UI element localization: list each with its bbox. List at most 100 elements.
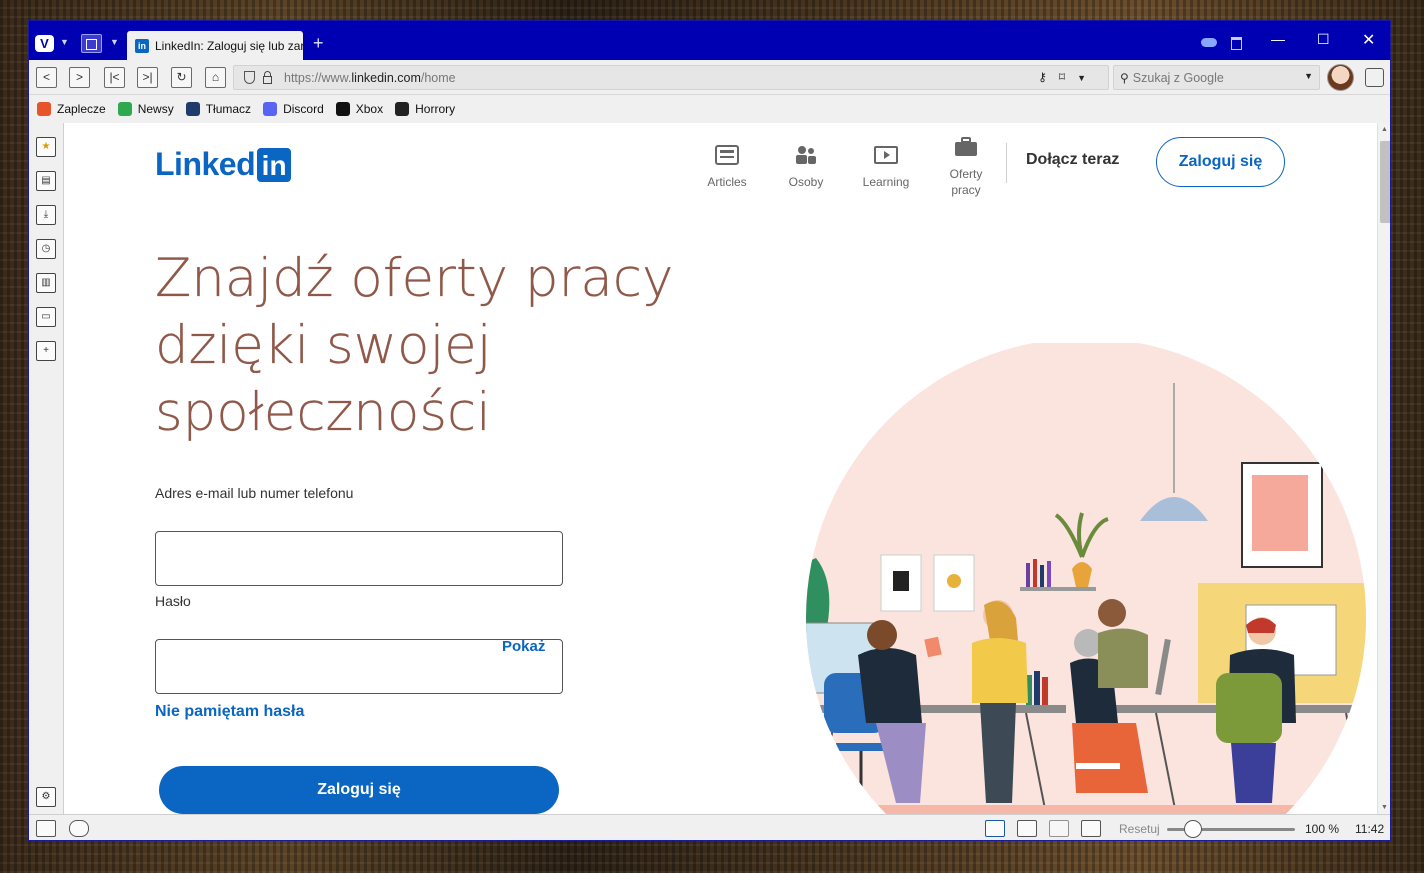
fast-forward-button[interactable]: >| [137, 67, 158, 88]
download-icon[interactable]: ⤓ [36, 205, 56, 225]
star-icon[interactable]: ★ [36, 137, 56, 157]
bookmark-favicon-icon [185, 102, 200, 116]
nav-divider [1006, 143, 1007, 183]
bookmark-label: Tłumacz [205, 102, 252, 116]
scroll-up-icon[interactable]: ▲ [1381, 126, 1388, 133]
scroll-thumb[interactable] [1380, 141, 1390, 223]
search-field[interactable]: ⚲ Szukaj z Google ▼ [1113, 65, 1320, 90]
page-tiling-icon[interactable] [1049, 820, 1069, 837]
search-icon: ⚲ [1120, 70, 1129, 85]
url-text[interactable]: https://www.linkedin.com/home [284, 71, 456, 85]
search-placeholder: Szukaj z Google [1132, 70, 1224, 85]
nav-people[interactable]: Osoby [771, 141, 841, 190]
zoom-reset-button[interactable]: Resetuj [1119, 822, 1160, 836]
gear-icon[interactable]: ⚙ [36, 787, 56, 807]
bookmark-favicon-icon [37, 102, 51, 116]
bookmark-label: Zaplecze [57, 102, 106, 116]
minimize-button[interactable]: — [1271, 31, 1285, 47]
bookmark-label: Horrory [415, 102, 456, 116]
bookmark-item[interactable]: Discord [263, 102, 324, 116]
hero-illustration [806, 343, 1366, 814]
shield-icon[interactable] [244, 71, 255, 84]
address-actions: ⚷⌑▼ [1038, 70, 1098, 84]
code-icon[interactable] [1081, 820, 1101, 837]
nav-jobs[interactable]: Oferty pracy [931, 133, 1001, 198]
image-icon[interactable] [1017, 820, 1037, 837]
chevron-down-icon[interactable]: ▼ [1304, 71, 1313, 81]
hero-line-1: Znajdź oferty pracy [155, 248, 674, 309]
bookmark-item[interactable]: Newsy [117, 102, 174, 116]
cloud-sync-icon[interactable] [69, 820, 89, 837]
bookmark-favicon-icon [117, 102, 132, 116]
notes-icon[interactable]: ▥ [36, 273, 56, 293]
bookmark-item[interactable]: Horrory [395, 102, 455, 116]
bookmark-favicon-icon [335, 102, 350, 116]
bookmark-icon[interactable]: ⌑ [1059, 70, 1077, 84]
bookmark-item[interactable]: Zaplecze [37, 102, 106, 116]
maximize-button[interactable]: ☐ [1317, 31, 1330, 48]
linkedin-logo[interactable]: Linked in [155, 146, 292, 183]
key-icon[interactable]: ⚷ [1038, 70, 1059, 84]
zoom-slider-handle[interactable] [1183, 820, 1202, 838]
zoom-level: 100 % [1305, 822, 1340, 836]
show-password-button[interactable]: Pokaż [502, 638, 545, 655]
chevron-down-icon[interactable]: ▼ [110, 37, 119, 47]
side-panel: ★ ▤ ⤓ ◷ ▥ ▭ + ⚙ [29, 123, 64, 814]
add-panel-icon[interactable]: + [36, 341, 56, 361]
bookmark-label: Discord [283, 102, 324, 116]
tab-title: LinkedIn: Zaloguj się lub zar [155, 38, 303, 53]
email-label: Adres e-mail lub numer telefonu [155, 485, 354, 501]
briefcase-icon [955, 137, 977, 156]
extensions-icon[interactable] [1365, 68, 1384, 87]
sign-in-button[interactable]: Zaloguj się [159, 766, 559, 814]
sync-cloud-icon[interactable] [1201, 38, 1217, 47]
bookmark-item[interactable]: Tłumacz [185, 102, 252, 116]
home-button[interactable]: ⌂ [205, 67, 226, 88]
chevron-down-icon[interactable]: ▼ [60, 37, 69, 47]
panel-toggle-icon[interactable] [36, 820, 56, 837]
profile-avatar[interactable] [1327, 64, 1354, 91]
nav-learning[interactable]: Learning [851, 141, 921, 190]
browser-window: V ▼ ▼ in LinkedIn: Zaloguj się lub zar +… [28, 20, 1391, 841]
bookmark-favicon-icon [263, 102, 278, 116]
forward-button[interactable]: > [69, 67, 90, 88]
trash-icon[interactable] [1231, 37, 1242, 50]
lock-icon[interactable] [263, 70, 272, 84]
bookmark-favicon-icon [395, 102, 410, 116]
hero-title: Znajdź oferty pracy dzięki swojej społec… [155, 245, 675, 446]
join-now-link[interactable]: Dołącz teraz [1026, 151, 1119, 169]
bookmark-item[interactable]: Xbox [335, 102, 384, 116]
vivaldi-menu-icon[interactable]: V [35, 35, 54, 52]
articles-icon [715, 145, 739, 165]
tab-stack-icon[interactable] [81, 34, 102, 53]
chevron-down-icon[interactable]: ▼ [1077, 73, 1098, 83]
new-tab-button[interactable]: + [313, 33, 324, 54]
back-button[interactable]: < [36, 67, 57, 88]
history-icon[interactable]: ◷ [36, 239, 56, 259]
address-toolbar: < > |< >| ↻ ⌂ https://www.linkedin.com/h… [29, 60, 1390, 95]
reading-list-icon[interactable]: ▤ [36, 171, 56, 191]
nav-articles[interactable]: Articles [692, 141, 762, 190]
close-button[interactable]: ✕ [1362, 30, 1375, 50]
sign-in-header-button[interactable]: Zaloguj się [1156, 137, 1285, 187]
scroll-down-icon[interactable]: ▼ [1381, 804, 1388, 811]
rewind-button[interactable]: |< [104, 67, 125, 88]
learning-icon [874, 146, 898, 164]
hero-line-3: społeczności [155, 382, 491, 443]
vertical-scrollbar[interactable]: ▲ ▼ [1377, 123, 1390, 814]
bookmark-label: Xbox [355, 102, 384, 116]
bookmarks-bar: Zaplecze Newsy Tłumacz Discord Xbox Horrory [29, 95, 1390, 123]
window-panel-icon[interactable]: ▭ [36, 307, 56, 327]
web-content: Linked in Articles Osoby Learning Oferty… [64, 123, 1390, 814]
camera-icon[interactable] [985, 820, 1005, 837]
hero-line-2: dzięki swojej [155, 315, 492, 376]
linkedin-favicon-icon: in [135, 38, 149, 53]
email-input[interactable] [155, 531, 563, 586]
tab-bar: V ▼ ▼ in LinkedIn: Zaloguj się lub zar +… [29, 21, 1390, 60]
address-field[interactable]: https://www.linkedin.com/home ⚷⌑▼ [233, 65, 1109, 90]
reload-button[interactable]: ↻ [171, 67, 192, 88]
tab-linkedin[interactable]: in LinkedIn: Zaloguj się lub zar [127, 31, 303, 60]
status-bar: Resetuj 100 % 11:42 [29, 814, 1390, 840]
bookmark-label: Newsy [137, 102, 174, 116]
forgot-password-link[interactable]: Nie pamiętam hasła [155, 703, 304, 721]
